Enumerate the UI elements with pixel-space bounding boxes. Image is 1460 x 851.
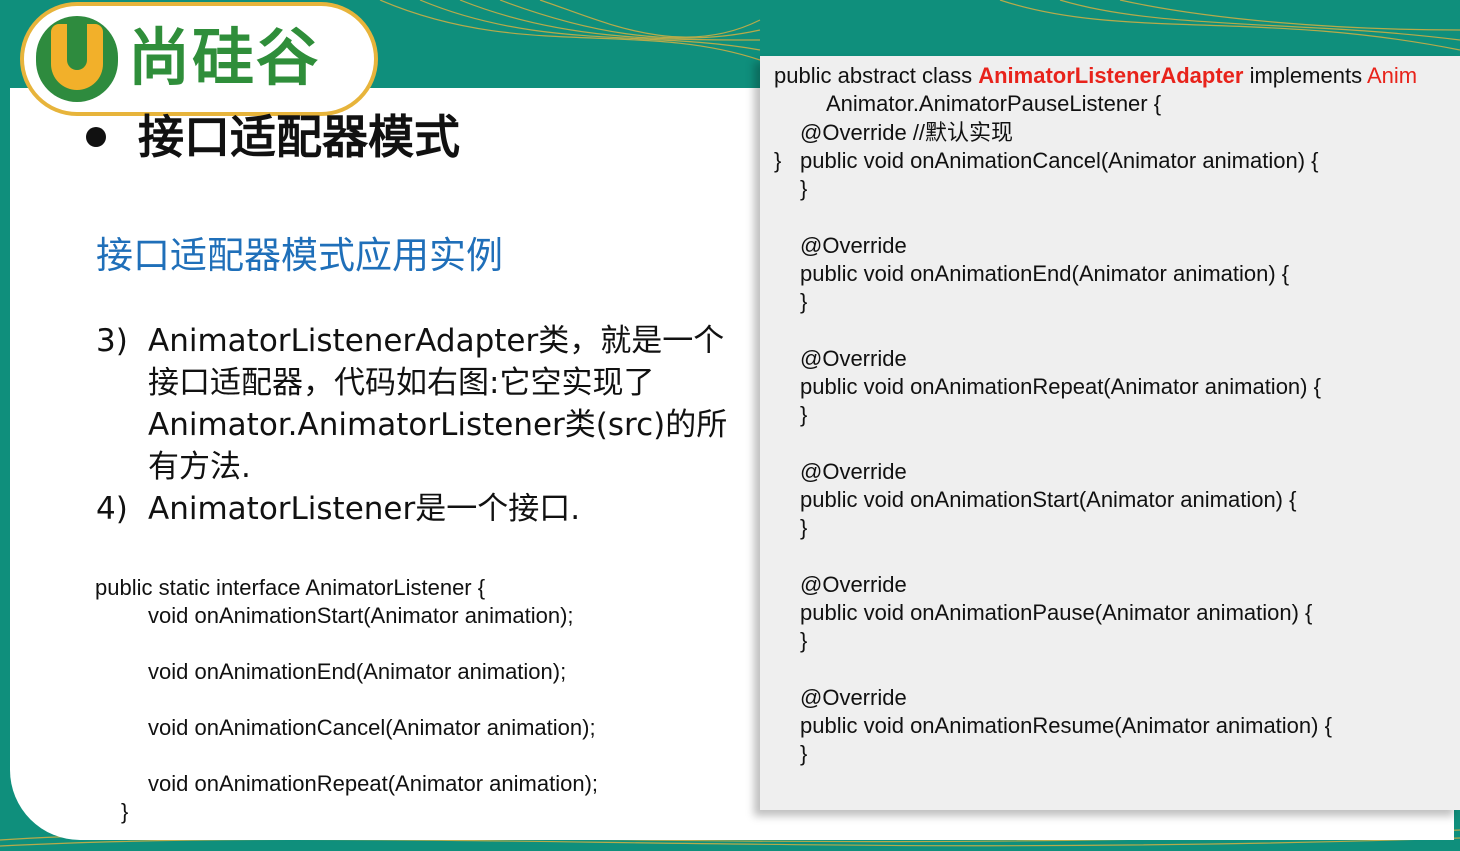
logo: 尚硅谷 — [24, 6, 374, 112]
list-item: 4) AnimatorListener是一个接口. — [96, 488, 736, 530]
title-text: 接口适配器模式 — [138, 110, 460, 164]
method-signature: public void onAnimationStart(Animator an… — [800, 486, 1297, 512]
annotation: @Override //默认实现 — [800, 119, 1417, 147]
point-number: 4) — [96, 491, 128, 527]
point-list: 3) AnimatorListenerAdapter类，就是一个接口适配器，代码… — [96, 320, 736, 530]
method-close: } — [800, 289, 808, 314]
code-keyword-text: implements — [1243, 63, 1367, 88]
interface-name: Anim — [1366, 63, 1418, 88]
override-text: @Override — [800, 119, 907, 145]
code-line: void onAnimationCancel(Animator animatio… — [148, 715, 596, 740]
code-line: Animator.AnimatorPauseListener { — [826, 91, 1162, 117]
annotation: @Override — [800, 458, 907, 484]
code-line: } — [121, 799, 129, 824]
adapter-code-panel: public abstract class AnimatorListenerAd… — [760, 56, 1460, 810]
code-line: void onAnimationEnd(Animator animation); — [148, 659, 567, 684]
method-signature: public void onAnimationEnd(Animator anim… — [800, 260, 1290, 286]
logo-text: 尚硅谷 — [128, 21, 321, 94]
point-number: 3) — [96, 323, 128, 359]
comment-text: //默认实现 — [906, 119, 1014, 145]
adapter-code-block: public abstract class AnimatorListenerAd… — [774, 62, 1417, 767]
slide-title: 接口适配器模式 — [86, 108, 460, 166]
logo-u-icon — [36, 16, 118, 102]
point-text: AnimatorListener是一个接口. — [148, 491, 581, 527]
class-declaration: public abstract class AnimatorListenerAd… — [774, 62, 1417, 90]
method-block: @Override //默认实现 public void onAnimation… — [774, 119, 1417, 767]
method-signature: public void onAnimationRepeat(Animator a… — [800, 373, 1321, 399]
method-close: } — [800, 402, 808, 427]
code-line: void onAnimationStart(Animator animation… — [148, 603, 574, 628]
annotation: @Override — [800, 232, 907, 258]
class-name: AnimatorListenerAdapter — [978, 63, 1244, 88]
method-signature: public void onAnimationResume(Animator a… — [800, 712, 1332, 738]
list-item: 3) AnimatorListenerAdapter类，就是一个接口适配器，代码… — [96, 320, 736, 488]
method-close: } — [800, 515, 808, 540]
method-signature: public void onAnimationPause(Animator an… — [800, 599, 1313, 625]
interface-code-block: public static interface AnimatorListener… — [95, 574, 598, 826]
method-close: } — [800, 628, 808, 653]
bullet-icon — [86, 127, 106, 147]
code-line: void onAnimationRepeat(Animator animatio… — [148, 771, 599, 796]
code-keyword-text: public abstract class — [774, 63, 979, 88]
annotation: @Override — [800, 684, 907, 710]
annotation: @Override — [800, 571, 907, 597]
code-line: public static interface AnimatorListener… — [95, 575, 486, 600]
subtitle: 接口适配器模式应用实例 — [96, 234, 503, 277]
annotation: @Override — [800, 345, 907, 371]
method-close: } — [800, 741, 808, 766]
method-close: } — [800, 176, 808, 201]
point-text: AnimatorListenerAdapter类，就是一个接口适配器，代码如右图… — [148, 323, 728, 485]
